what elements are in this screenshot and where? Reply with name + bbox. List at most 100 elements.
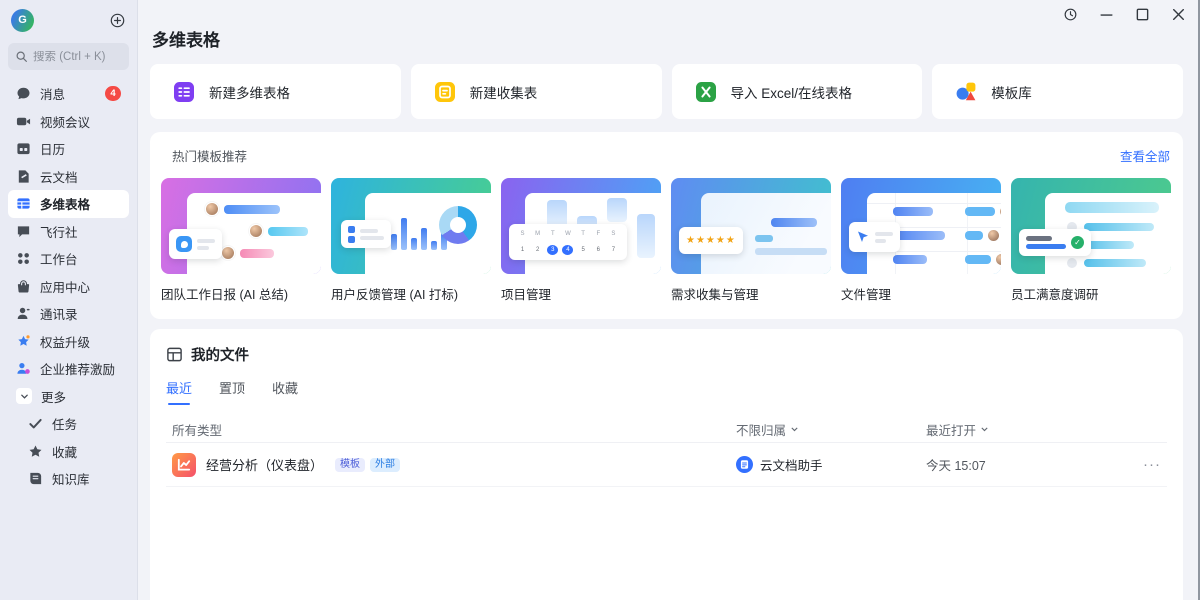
external-tag: 外部 <box>370 458 400 472</box>
template-cards: 团队工作日报 (AI 总结) 用户反馈管理 (AI 打标) <box>161 178 1172 303</box>
quick-actions: 新建多维表格 新建收集表 导入 Excel/在线表格 模板库 <box>150 64 1183 119</box>
unread-badge: 4 <box>105 86 121 101</box>
template-title: 团队工作日报 (AI 总结) <box>161 284 321 303</box>
my-files-section: 我的文件 最近 置顶 收藏 所有类型 不限归属 最近打开 经营分析（仪表盘） <box>150 329 1183 600</box>
template-thumbnail: SMTWTFS 1234567 <box>501 178 661 274</box>
opened-filter[interactable]: 最近打开 <box>926 420 989 439</box>
bitable-icon <box>16 196 31 211</box>
template-title: 文件管理 <box>841 284 1001 303</box>
tab-recent[interactable]: 最近 <box>166 378 192 405</box>
community-icon <box>16 224 31 239</box>
minimize-icon[interactable] <box>1099 7 1114 22</box>
column-all-types: 所有类型 <box>166 420 736 439</box>
template-card-user-feedback[interactable]: 用户反馈管理 (AI 打标) <box>331 178 491 303</box>
template-thumbnail: ★★★★★ <box>671 178 831 274</box>
window-controls <box>1063 7 1186 22</box>
file-row[interactable]: 经营分析（仪表盘） 模板 外部 云文档助手 今天 15:07 ··· <box>166 443 1167 487</box>
template-card-team-daily-report[interactable]: 团队工作日报 (AI 总结) <box>161 178 321 303</box>
my-files-tabs: 最近 置顶 收藏 <box>166 378 1167 405</box>
sidebar-item-wiki[interactable]: 知识库 <box>8 465 129 493</box>
sidebar-item-app-center[interactable]: 应用中心 <box>8 273 129 301</box>
sidebar-item-docs[interactable]: 云文档 <box>8 163 129 191</box>
avatar-letter: G <box>18 14 27 26</box>
sidebar-nav: 消息 4 视频会议 日历 云文档 多维表格 飞行社 <box>8 80 129 493</box>
template-title: 需求收集与管理 <box>671 284 831 303</box>
page-title: 多维表格 <box>152 26 1198 51</box>
sidebar-item-video-meetings[interactable]: 视频会议 <box>8 108 129 136</box>
video-icon <box>16 114 31 129</box>
workbench-icon <box>16 251 31 266</box>
template-thumbnail <box>161 178 321 274</box>
sidebar-top: G <box>8 7 129 33</box>
template-title: 项目管理 <box>501 284 661 303</box>
tab-pinned[interactable]: 置顶 <box>219 378 245 405</box>
template-card-file-management[interactable]: 文件管理 <box>841 178 1001 303</box>
check-icon <box>28 416 43 431</box>
my-files-header: 我的文件 <box>166 344 1167 365</box>
my-files-title: 我的文件 <box>191 344 249 365</box>
view-all-link[interactable]: 查看全部 <box>1120 146 1170 165</box>
dashboard-file-icon <box>172 453 196 477</box>
sidebar-item-calendar[interactable]: 日历 <box>8 135 129 163</box>
template-title: 用户反馈管理 (AI 打标) <box>331 284 491 303</box>
search-input[interactable] <box>8 43 129 70</box>
owner-filter[interactable]: 不限归属 <box>736 420 799 439</box>
templates-title: 热门模板推荐 <box>172 146 247 165</box>
template-card-project-management[interactable]: SMTWTFS 1234567 项目管理 <box>501 178 661 303</box>
templates-header: 热门模板推荐 查看全部 <box>161 146 1172 165</box>
sidebar-item-tasks[interactable]: 任务 <box>8 410 129 438</box>
close-icon[interactable] <box>1171 7 1186 22</box>
new-bitable-button[interactable]: 新建多维表格 <box>150 64 401 119</box>
template-library-button[interactable]: 模板库 <box>932 64 1183 119</box>
docs-icon <box>16 169 31 184</box>
sidebar-item-workbench[interactable]: 工作台 <box>8 245 129 273</box>
mini-calendar: SMTWTFS 1234567 <box>509 224 627 260</box>
excel-import-icon <box>694 80 718 104</box>
chat-icon <box>16 86 31 101</box>
sidebar-item-favorites[interactable]: 收藏 <box>8 438 129 466</box>
chevron-down-icon <box>790 425 799 434</box>
template-library-icon <box>954 80 978 104</box>
tab-favorites[interactable]: 收藏 <box>272 378 298 405</box>
star-icon <box>28 444 43 459</box>
file-name: 经营分析（仪表盘） <box>206 455 323 474</box>
maximize-icon[interactable] <box>1135 7 1150 22</box>
template-thumbnail <box>841 178 1001 274</box>
template-thumbnail <box>331 178 491 274</box>
sidebar-item-community[interactable]: 飞行社 <box>8 218 129 246</box>
sidebar-item-upgrade[interactable]: 权益升级 <box>8 328 129 356</box>
main-content: 多维表格 新建多维表格 新建收集表 导入 Excel/在线表格 模板库 <box>138 0 1198 600</box>
owner-avatar <box>736 456 753 473</box>
sidebar-item-messages[interactable]: 消息 4 <box>8 80 129 108</box>
search-field[interactable] <box>33 51 122 63</box>
sidebar-item-bitable[interactable]: 多维表格 <box>8 190 129 218</box>
new-form-button[interactable]: 新建收集表 <box>411 64 662 119</box>
template-card-employee-survey[interactable]: ✓ 员工满意度调研 <box>1011 178 1171 303</box>
sidebar-item-contacts[interactable]: 通讯录 <box>8 300 129 328</box>
contacts-icon <box>16 306 31 321</box>
template-thumbnail: ✓ <box>1011 178 1171 274</box>
owner-name: 云文档助手 <box>760 455 823 474</box>
template-title: 员工满意度调研 <box>1011 284 1171 303</box>
avatar[interactable]: G <box>11 9 34 32</box>
grid-table-icon <box>166 346 183 363</box>
rating-stars: ★★★★★ <box>686 236 736 246</box>
more-actions-icon[interactable]: ··· <box>1143 456 1161 473</box>
cursor-icon <box>856 230 870 244</box>
new-form-icon <box>433 80 457 104</box>
sidebar-item-more[interactable]: 更多 <box>8 383 129 411</box>
chevron-down-icon <box>16 388 32 404</box>
plus-icon[interactable] <box>109 12 126 29</box>
template-card-requirements[interactable]: ★★★★★ 需求收集与管理 <box>671 178 831 303</box>
table-header: 所有类型 不限归属 最近打开 <box>166 417 1167 443</box>
referral-icon <box>16 361 31 376</box>
opened-time: 今天 15:07 <box>926 455 1121 474</box>
sidebar-item-referral[interactable]: 企业推荐激励 <box>8 355 129 383</box>
import-excel-button[interactable]: 导入 Excel/在线表格 <box>672 64 923 119</box>
template-tag: 模板 <box>335 458 365 472</box>
history-icon[interactable] <box>1063 7 1078 22</box>
hot-templates-section: 热门模板推荐 查看全部 团队工作日报 (AI 总结) <box>150 132 1183 319</box>
chevron-down-icon <box>980 425 989 434</box>
app-center-icon <box>16 279 31 294</box>
app-window: G 消息 4 视频会议 日历 云 <box>0 0 1200 600</box>
